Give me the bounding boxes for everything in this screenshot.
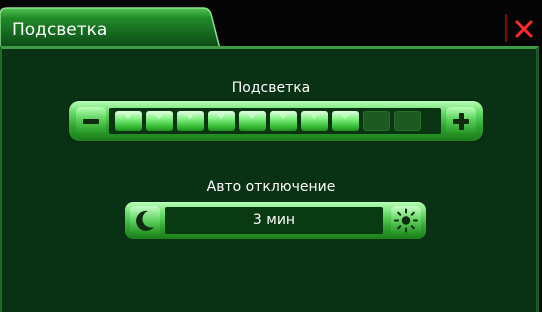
brightness-segment[interactable] (394, 111, 421, 131)
auto-off-label: Авто отключение (206, 179, 336, 195)
brightness-level-track[interactable] (109, 108, 441, 134)
brightness-segment[interactable] (301, 111, 328, 131)
brightness-segment[interactable] (270, 111, 297, 131)
decrease-brightness-button[interactable] (76, 107, 106, 135)
moon-icon (130, 206, 160, 235)
increase-brightness-button[interactable] (446, 107, 476, 135)
close-icon (515, 20, 533, 38)
backlight-label: Подсветка (231, 80, 311, 96)
auto-off-value: 3 мин (252, 212, 296, 228)
brightness-segment[interactable] (332, 111, 359, 131)
page-title: Подсветка (12, 20, 108, 40)
brightness-segment[interactable] (177, 111, 204, 131)
brightness-segment[interactable] (239, 111, 266, 131)
header-bar: Подсветка (0, 0, 542, 49)
sun-button[interactable] (391, 206, 421, 235)
title-tab: Подсветка (0, 7, 222, 49)
brightness-segment[interactable] (146, 111, 173, 131)
plus-icon-vertical-bar (459, 113, 464, 130)
auto-off-display: 3 мин (165, 207, 383, 234)
close-button[interactable] (509, 14, 539, 44)
brightness-segment[interactable] (208, 111, 235, 131)
backlight-control (69, 101, 483, 141)
close-divider (505, 14, 507, 42)
backlight-settings-screen: Подсветка Подсветка Авто отключение 3 ми… (0, 0, 542, 312)
moon-button[interactable] (130, 206, 160, 235)
auto-off-control: 3 мин (125, 202, 426, 239)
brightness-segment[interactable] (363, 111, 390, 131)
brightness-segment[interactable] (115, 111, 142, 131)
sun-icon (391, 206, 421, 235)
minus-icon (83, 119, 99, 124)
